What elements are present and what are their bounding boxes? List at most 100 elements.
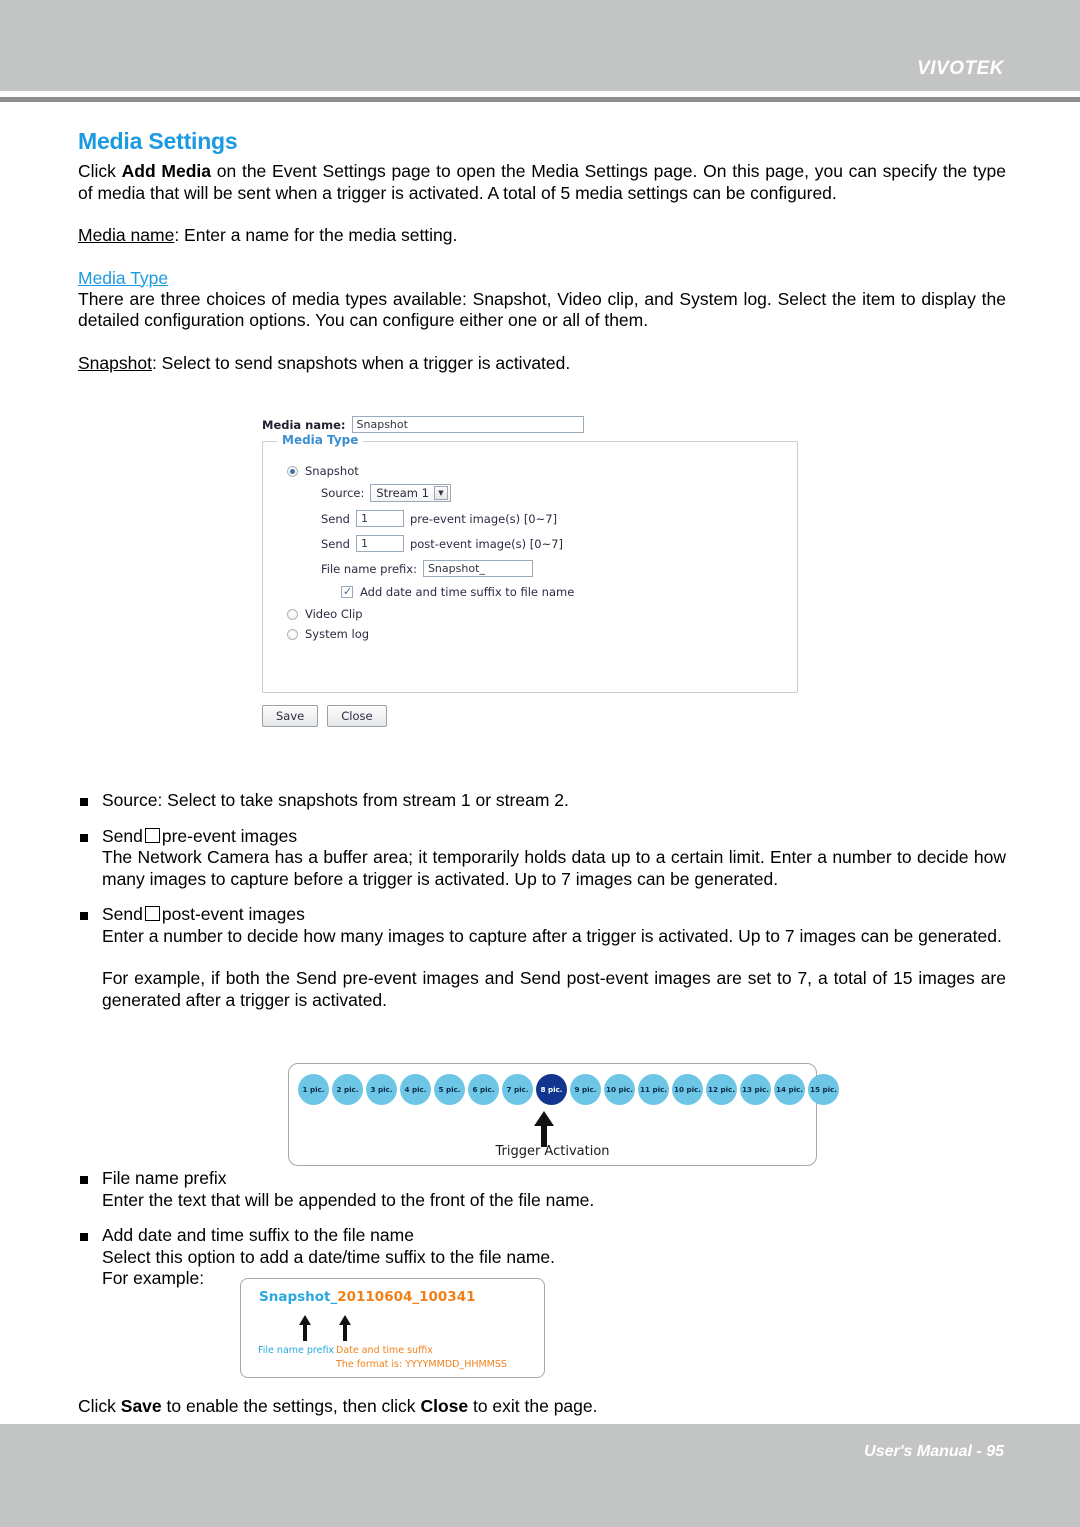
media-name-term: Media name: [78, 225, 175, 245]
radio-systemlog-icon[interactable]: [287, 628, 298, 640]
bullet-square-icon: [80, 912, 88, 920]
media-type-fieldset: Media Type Snapshot Source: Stream 1 ▼ S…: [262, 433, 798, 693]
suffix-pointer-arrow-icon: [339, 1315, 351, 1341]
document-content: Media Settings Click Add Media on the Ev…: [78, 128, 1006, 374]
media-name-paragraph: Media name: Enter a name for the media s…: [78, 225, 1006, 247]
pre-event-field-row: Send pre-event image(s) [0~7]: [321, 510, 785, 527]
post-event-example-text: For example, if both the Send pre-event …: [102, 968, 1006, 1010]
source-select-value: Stream 1: [376, 486, 429, 500]
header-divider-rule: [0, 97, 1080, 102]
picture-dot: 7 pic.: [502, 1074, 533, 1105]
picture-dot: 13 pic.: [740, 1074, 771, 1105]
picture-dot: 8 pic.: [536, 1074, 567, 1105]
picture-sequence-strip: 1 pic. 2 pic. 3 pic. 4 pic. 5 pic. 6 pic. 7 pi…: [298, 1074, 839, 1105]
bullet-file-prefix-body: Enter the text that will be appended to …: [102, 1189, 595, 1210]
media-type-legend: Media Type: [277, 433, 364, 447]
bullet-square-icon: [80, 798, 88, 806]
page-title: Media Settings: [78, 128, 238, 154]
close-button[interactable]: Close: [327, 705, 387, 727]
radio-option-systemlog[interactable]: System log: [287, 627, 785, 641]
closing-instruction: Click Save to enable the settings, then …: [78, 1396, 598, 1418]
bullet-pre-event-head-b: pre-event images: [161, 825, 298, 846]
snapshot-options-block: Source: Stream 1 ▼ Send pre-event image(…: [321, 484, 785, 599]
source-label: Source:: [321, 486, 365, 500]
closing-part2: to enable the settings, then click: [161, 1395, 421, 1416]
picture-dot: 10 pic.: [604, 1074, 635, 1105]
radio-videoclip-icon[interactable]: [287, 608, 298, 620]
radio-option-videoclip[interactable]: Video Clip: [287, 607, 785, 621]
date-suffix-checkbox-label: Add date and time suffix to file name: [360, 585, 575, 599]
post-event-suffix-label: post-event image(s) [0~7]: [409, 536, 564, 551]
example-suffix-part: 20110604_100341: [337, 1289, 476, 1305]
intro-paragraph: Click Add Media on the Event Settings pa…: [78, 161, 1006, 204]
bullet-post-event-heading: Send post-event images: [78, 904, 1006, 926]
prefix-pointer-arrow-icon: [299, 1315, 311, 1341]
picture-dot: 14 pic.: [774, 1074, 805, 1105]
file-name-prefix-label: File name prefix:: [321, 561, 417, 576]
picture-dot: 1 pic.: [298, 1074, 329, 1105]
form-button-row: Save Close: [262, 705, 822, 727]
post-event-field-row: Send post-event image(s) [0~7]: [321, 535, 785, 552]
example-caption-format: The format is: YYYYMMDD_HHMMSS: [336, 1359, 507, 1370]
bullet-post-event-head-b: post-event images: [161, 904, 305, 924]
example-prefix-part: Snapshot_: [259, 1289, 338, 1305]
example-caption-suffix: Date and time suffix: [336, 1345, 433, 1356]
empty-value-box-icon: [144, 906, 160, 921]
closing-save-bold: Save: [120, 1395, 162, 1416]
radio-videoclip-label: Video Clip: [305, 607, 363, 621]
media-type-subheading[interactable]: Media Type: [78, 268, 168, 289]
post-event-count-input[interactable]: [355, 535, 404, 552]
picture-dot: 12 pic.: [706, 1074, 737, 1105]
bullet-square-icon: [80, 1233, 88, 1241]
intro-text-rest: on the Event Settings page to open the M…: [78, 161, 1006, 203]
bullet-square-icon: [80, 1176, 88, 1184]
bullet-file-prefix-heading: File name prefix: [78, 1168, 1006, 1190]
picture-dot: 11 pic.: [638, 1074, 669, 1105]
pre-event-send-label: Send: [321, 511, 350, 526]
radio-snapshot-icon[interactable]: [287, 465, 298, 477]
file-name-prefix-input[interactable]: [422, 560, 533, 577]
media-name-input[interactable]: [351, 416, 584, 433]
bullet-pre-event-head-a: Send: [102, 825, 143, 846]
closing-part3: to exit the page.: [468, 1395, 598, 1416]
bullet-source: Source: Select to take snapshots from st…: [78, 790, 1006, 812]
picture-dot: 2 pic.: [332, 1074, 363, 1105]
example-filename: Snapshot_20110604_100341: [259, 1289, 476, 1305]
footer-page-label: User's Manual - 95: [864, 1443, 1004, 1460]
vivotek-logo: VIVOTEK: [917, 58, 1004, 79]
closing-part1: Click: [78, 1395, 121, 1416]
add-media-bold: Add Media: [121, 161, 212, 181]
example-caption-prefix: File name prefix: [258, 1345, 335, 1356]
bullet-date-suffix-body: Select this option to add a date/time su…: [102, 1246, 556, 1267]
picture-dot: 10 pic.: [672, 1074, 703, 1105]
snapshot-term: Snapshot: [78, 352, 152, 373]
pre-event-suffix-label: pre-event image(s) [0~7]: [409, 511, 558, 526]
bullet-section-lower: File name prefix Enter the text that wil…: [78, 1168, 1006, 1290]
radio-snapshot-label: Snapshot: [305, 464, 359, 478]
bullet-source-text: Source: Select to take snapshots from st…: [102, 790, 569, 810]
filename-example-box: Snapshot_20110604_100341 File name prefi…: [240, 1278, 545, 1378]
snapshot-desc: : Select to send snapshots when a trigge…: [151, 352, 571, 373]
chevron-down-icon[interactable]: ▼: [433, 486, 448, 500]
bullet-post-event-body: Enter a number to decide how many images…: [102, 925, 1002, 946]
media-settings-form-screenshot: Media name: Media Type Snapshot Source: …: [262, 416, 822, 727]
bullet-date-suffix-heading: Add date and time suffix to the file nam…: [78, 1225, 1006, 1247]
checkbox-icon[interactable]: [341, 585, 353, 598]
save-button[interactable]: Save: [262, 705, 319, 727]
picture-dot: 3 pic.: [366, 1074, 397, 1105]
trigger-activation-caption: Trigger Activation: [495, 1144, 610, 1159]
intro-text-lead: Click: [78, 161, 122, 181]
bullet-square-icon: [80, 833, 88, 842]
closing-close-bold: Close: [420, 1395, 469, 1416]
trigger-arrow-icon: [534, 1111, 554, 1147]
picture-dot: 4 pic.: [400, 1074, 431, 1105]
post-event-send-label: Send: [321, 536, 350, 551]
media-type-subheading-wrap: Media Type: [78, 268, 1006, 289]
date-suffix-checkbox-row[interactable]: Add date and time suffix to file name: [341, 585, 785, 599]
picture-dot: 5 pic.: [434, 1074, 465, 1105]
pre-event-count-input[interactable]: [355, 510, 404, 527]
radio-option-snapshot[interactable]: Snapshot: [287, 464, 785, 478]
media-name-field-label: Media name:: [262, 417, 346, 432]
source-select[interactable]: Stream 1 ▼: [370, 484, 451, 502]
page-footer-band: [0, 1424, 1080, 1527]
